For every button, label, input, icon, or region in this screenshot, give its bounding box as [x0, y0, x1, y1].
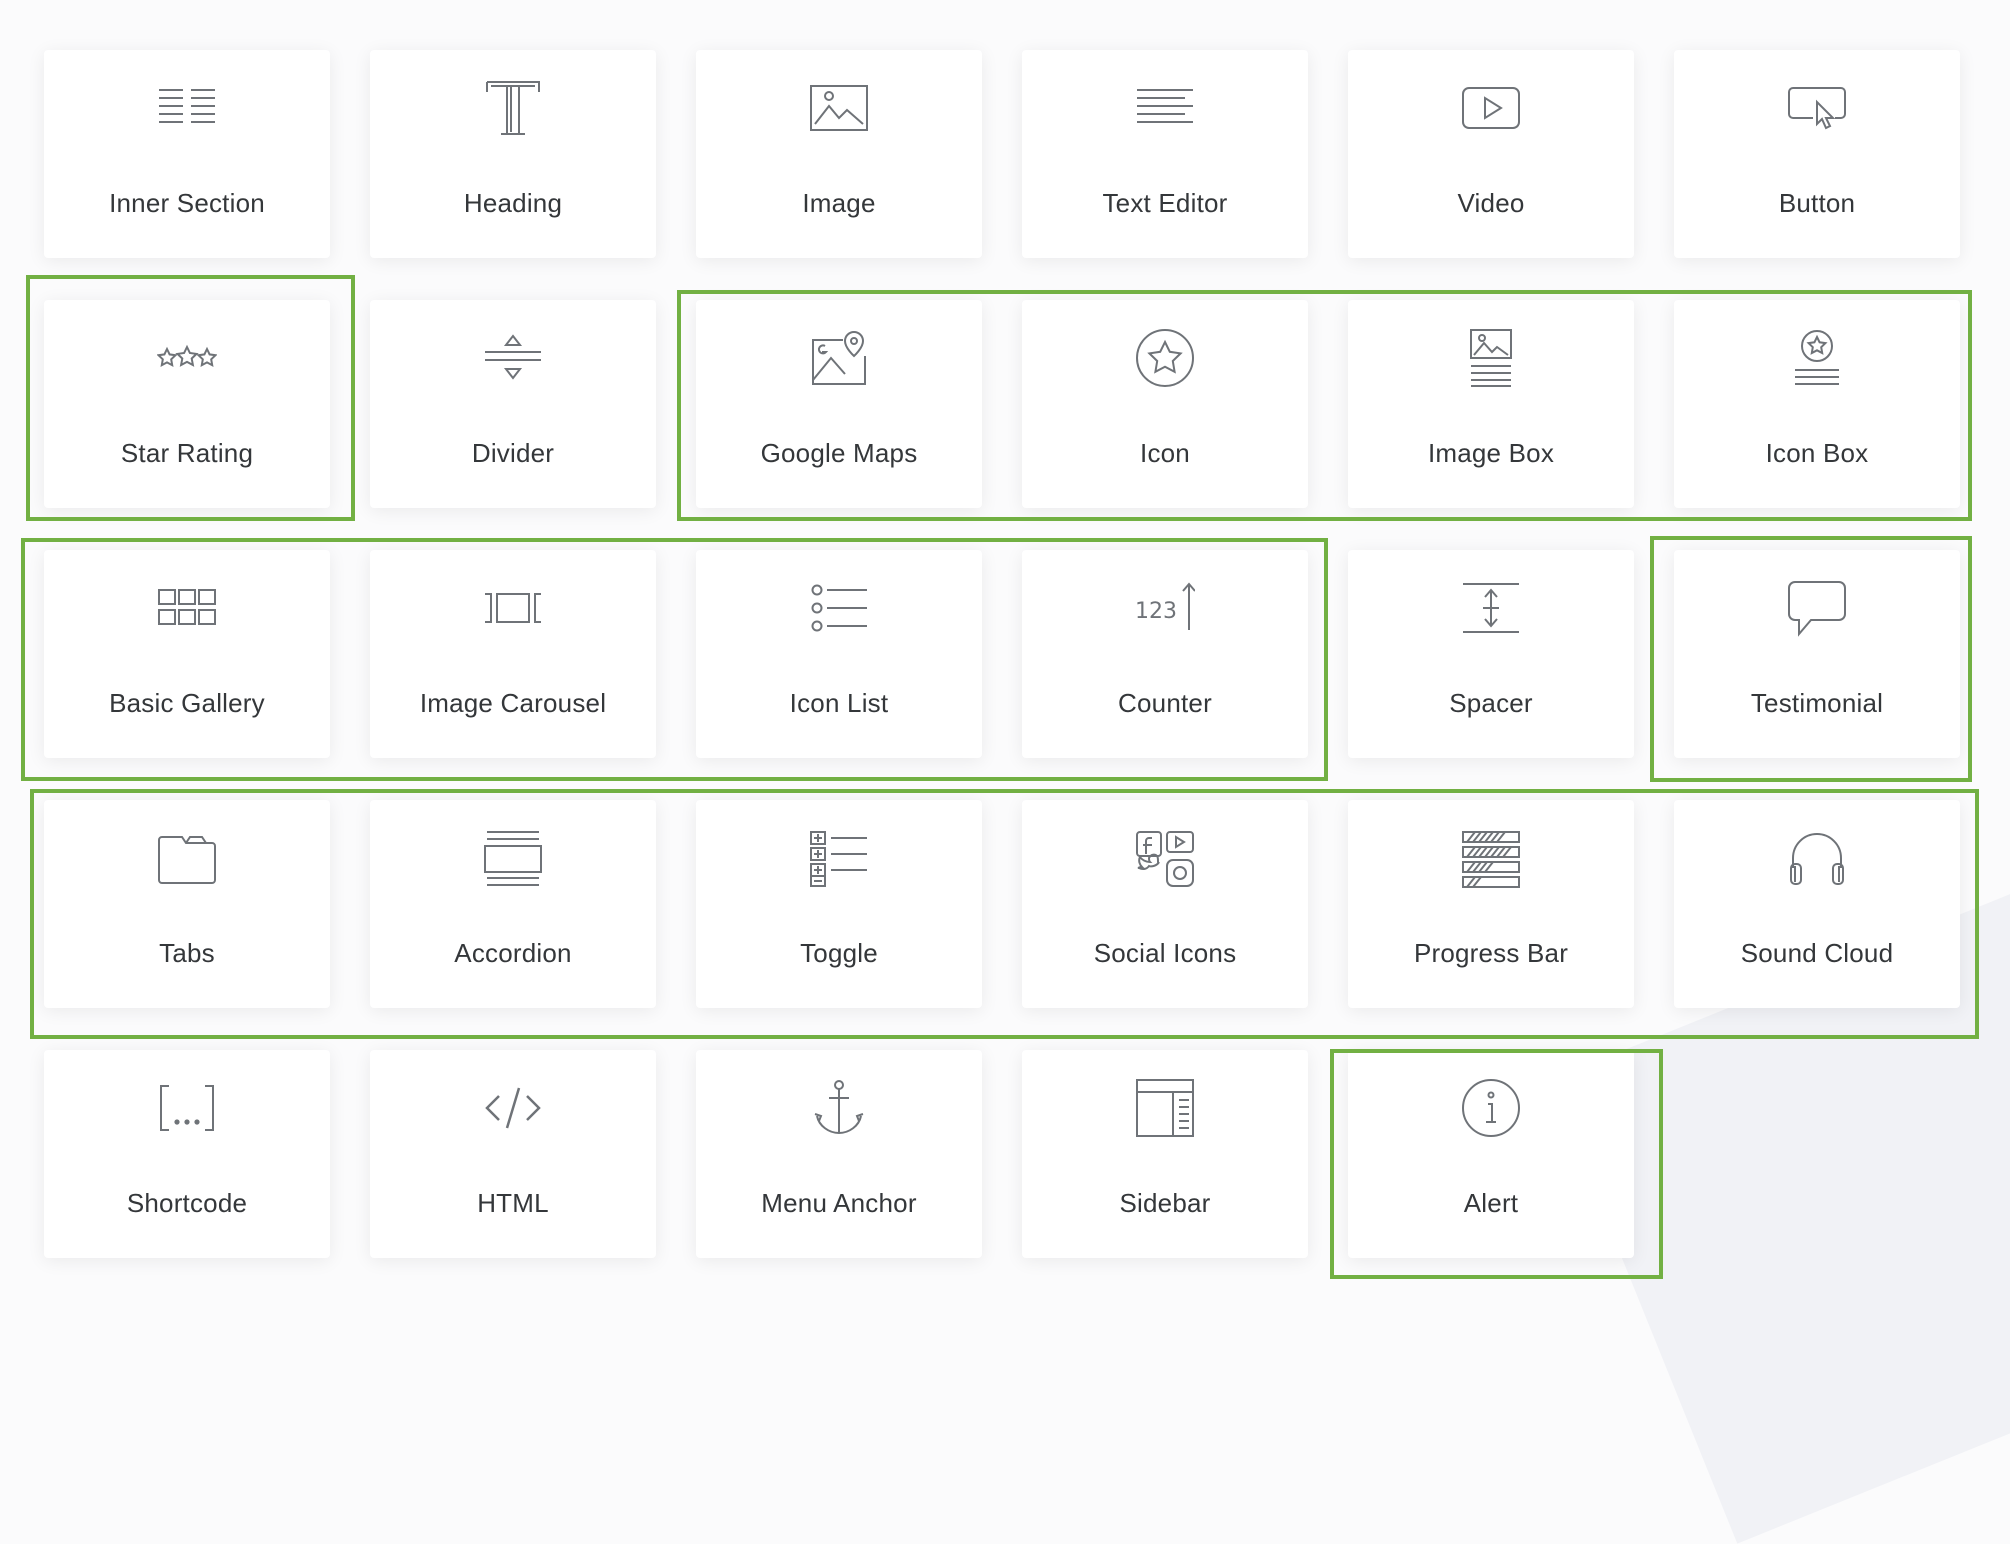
icon-list-icon — [809, 578, 869, 638]
sound-cloud-icon — [1787, 828, 1847, 888]
widget-label: Divider — [471, 438, 555, 468]
widget-google-maps[interactable]: Google Maps — [696, 300, 982, 508]
icon-icon — [1135, 328, 1195, 388]
widget-menu-anchor[interactable]: Menu Anchor — [696, 1050, 982, 1258]
widget-label: Alert — [1463, 1188, 1519, 1218]
widget-label: Accordion — [454, 938, 572, 968]
widget-label: Social Icons — [1093, 938, 1237, 968]
widget-sidebar[interactable]: Sidebar — [1022, 1050, 1308, 1258]
widget-text-editor[interactable]: Text Editor — [1022, 50, 1308, 258]
svg-text:123: 123 — [1135, 599, 1177, 624]
shortcode-icon — [157, 1078, 217, 1138]
sidebar-icon — [1135, 1078, 1195, 1138]
widget-video[interactable]: Video — [1348, 50, 1634, 258]
widget-label: Google Maps — [760, 438, 918, 468]
widget-icon-box[interactable]: Icon Box — [1674, 300, 1960, 508]
widget-label: Spacer — [1449, 688, 1533, 718]
widget-star-rating[interactable]: Star Rating — [44, 300, 330, 508]
toggle-icon — [809, 828, 869, 888]
widget-divider[interactable]: Divider — [370, 300, 656, 508]
accordion-icon — [483, 828, 543, 888]
widget-label: Button — [1778, 188, 1856, 218]
widget-image[interactable]: Image — [696, 50, 982, 258]
widget-sound-cloud[interactable]: Sound Cloud — [1674, 800, 1960, 1008]
widget-accordion[interactable]: Accordion — [370, 800, 656, 1008]
html-icon — [483, 1078, 543, 1138]
widget-label: Text Editor — [1102, 188, 1228, 218]
testimonial-icon — [1787, 578, 1847, 638]
widget-label: Basic Gallery — [109, 688, 265, 718]
image-box-icon — [1461, 328, 1521, 388]
progress-bar-icon — [1461, 828, 1521, 888]
heading-icon — [483, 78, 543, 138]
widget-alert[interactable]: Alert — [1348, 1050, 1634, 1258]
widget-toggle[interactable]: Toggle — [696, 800, 982, 1008]
widget-button[interactable]: Button — [1674, 50, 1960, 258]
counter-icon: 123 — [1135, 578, 1195, 638]
social-icons-icon — [1135, 828, 1195, 888]
widget-label: Tabs — [159, 938, 215, 968]
widget-label: Icon — [1140, 438, 1190, 468]
widget-label: Heading — [463, 188, 563, 218]
widget-label: Shortcode — [126, 1188, 248, 1218]
widget-label: Star Rating — [120, 438, 254, 468]
widget-tabs[interactable]: Tabs — [44, 800, 330, 1008]
widget-label: Inner Section — [109, 188, 265, 218]
inner-section-icon — [157, 78, 217, 138]
widget-heading[interactable]: Heading — [370, 50, 656, 258]
image-icon — [809, 78, 869, 138]
widget-spacer[interactable]: Spacer — [1348, 550, 1634, 758]
widget-label: Icon Box — [1765, 438, 1869, 468]
widget-inner-section[interactable]: Inner Section — [44, 50, 330, 258]
video-icon — [1461, 78, 1521, 138]
widget-label: Sound Cloud — [1740, 938, 1894, 968]
widget-label: Menu Anchor — [761, 1188, 917, 1218]
button-icon — [1787, 78, 1847, 138]
widget-label: Sidebar — [1119, 1188, 1211, 1218]
basic-gallery-icon — [157, 578, 217, 638]
alert-icon — [1461, 1078, 1521, 1138]
tabs-icon — [157, 828, 217, 888]
widget-html[interactable]: HTML — [370, 1050, 656, 1258]
widget-label: Icon List — [789, 688, 889, 718]
widget-testimonial[interactable]: Testimonial — [1674, 550, 1960, 758]
widget-counter[interactable]: 123 Counter — [1022, 550, 1308, 758]
widget-icon[interactable]: Icon — [1022, 300, 1308, 508]
widget-progress-bar[interactable]: Progress Bar — [1348, 800, 1634, 1008]
menu-anchor-icon — [809, 1078, 869, 1138]
widget-label: Image — [802, 188, 876, 218]
widget-icon-list[interactable]: Icon List — [696, 550, 982, 758]
widget-grid: Inner Section Heading Image Text Editor … — [0, 0, 2010, 1304]
icon-box-icon — [1787, 328, 1847, 388]
image-carousel-icon — [483, 578, 543, 638]
widget-label: Image Box — [1427, 438, 1555, 468]
widget-label: Video — [1457, 188, 1525, 218]
widget-label: Progress Bar — [1413, 938, 1569, 968]
widget-label: HTML — [477, 1188, 549, 1218]
divider-icon — [483, 328, 543, 388]
widget-image-box[interactable]: Image Box — [1348, 300, 1634, 508]
text-editor-icon — [1135, 78, 1195, 138]
widget-social-icons[interactable]: Social Icons — [1022, 800, 1308, 1008]
google-maps-icon — [809, 328, 869, 388]
widget-label: Image Carousel — [419, 688, 607, 718]
spacer-icon — [1461, 578, 1521, 638]
widget-shortcode[interactable]: Shortcode — [44, 1050, 330, 1258]
widget-basic-gallery[interactable]: Basic Gallery — [44, 550, 330, 758]
widget-image-carousel[interactable]: Image Carousel — [370, 550, 656, 758]
star-rating-icon — [157, 328, 217, 388]
widget-label: Testimonial — [1750, 688, 1884, 718]
widget-label: Toggle — [800, 938, 878, 968]
widget-label: Counter — [1118, 688, 1212, 718]
